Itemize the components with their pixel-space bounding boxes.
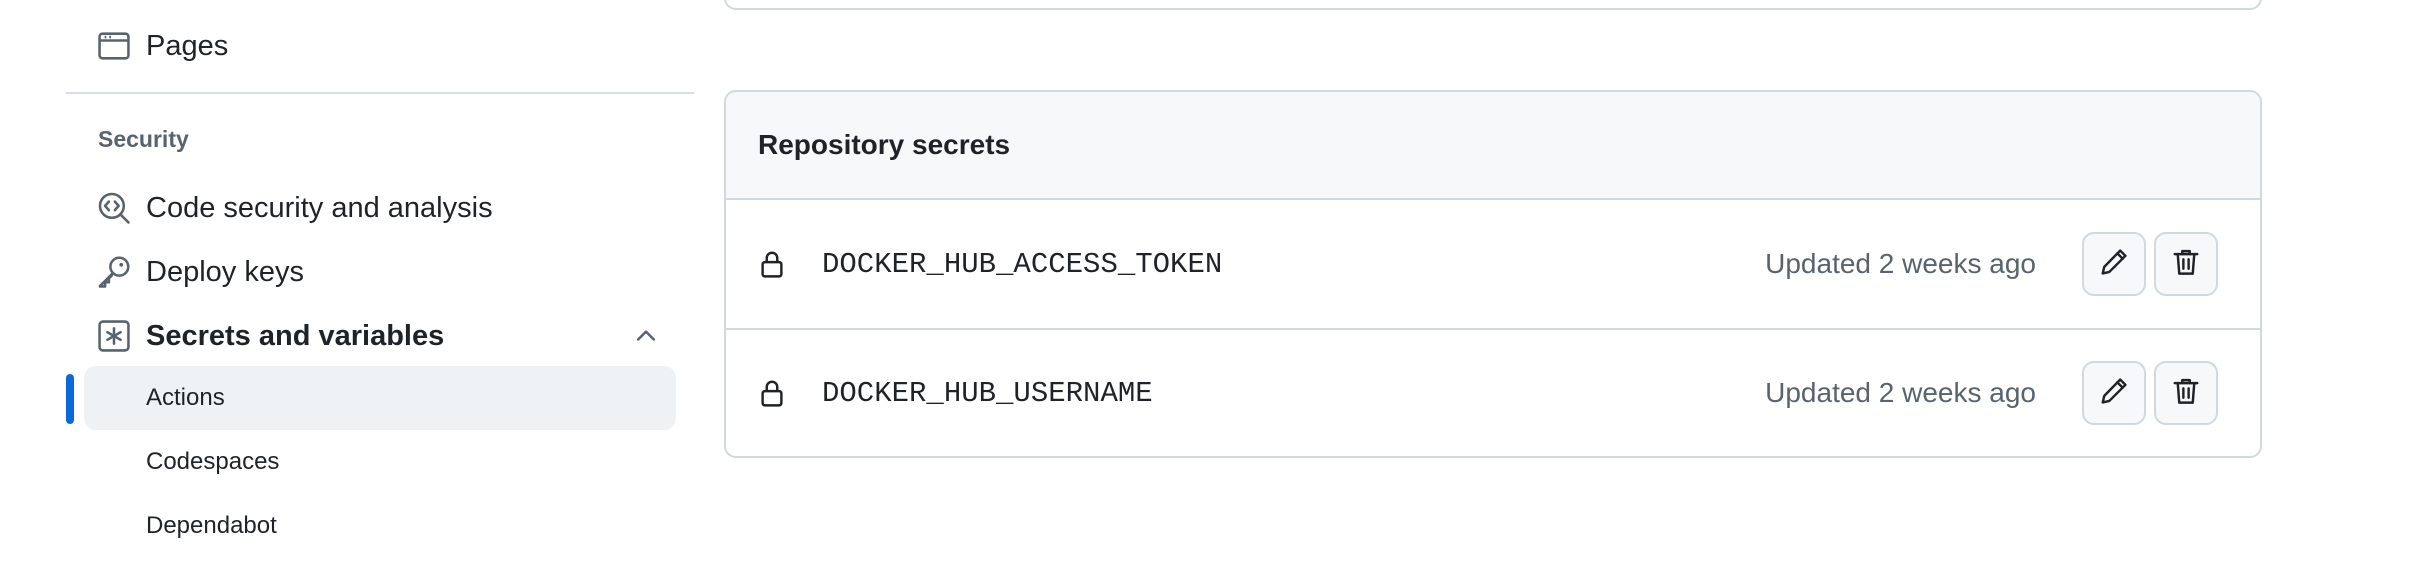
sidebar-item-pages[interactable]: Pages — [96, 18, 228, 74]
sidebar-divider — [66, 92, 694, 94]
edit-secret-button[interactable] — [2082, 232, 2146, 296]
chevron-up-icon[interactable] — [626, 318, 666, 354]
active-indicator — [66, 374, 74, 424]
repository-secrets-header: Repository secrets — [726, 92, 2260, 200]
trash-icon — [2171, 247, 2201, 282]
sidebar-subitem-label: Codespaces — [146, 448, 280, 475]
lock-icon — [756, 248, 788, 280]
sidebar-item-label: Secrets and variables — [146, 319, 445, 352]
previous-section-box — [724, 0, 2262, 10]
key-icon — [96, 254, 132, 290]
lock-icon — [756, 377, 788, 409]
sidebar-subitem-label: Actions — [146, 384, 225, 411]
secret-row: DOCKER_HUB_USERNAME Updated 2 weeks ago — [726, 328, 2260, 456]
browser-icon — [96, 28, 132, 64]
sidebar-item-deploy-keys[interactable]: Deploy keys — [96, 244, 304, 300]
secret-name: DOCKER_HUB_ACCESS_TOKEN — [822, 247, 1223, 281]
secret-updated-time: Updated 2 weeks ago — [1765, 248, 2036, 279]
sidebar-subitem-label: Dependabot — [146, 512, 277, 539]
asterisk-icon — [96, 318, 132, 354]
sidebar-subitem-codespaces[interactable]: Codespaces — [84, 430, 676, 494]
secret-updated-time: Updated 2 weeks ago — [1765, 377, 2036, 408]
sidebar-item-label: Pages — [146, 29, 229, 62]
delete-secret-button[interactable] — [2154, 361, 2218, 425]
repository-secrets-box: Repository secrets DOCKER_HUB_ACCESS_TOK… — [724, 90, 2262, 458]
sidebar-subitem-dependabot[interactable]: Dependabot — [84, 494, 676, 558]
edit-secret-button[interactable] — [2082, 361, 2146, 425]
codescan-icon — [96, 190, 132, 226]
sidebar-subitem-actions[interactable]: Actions — [84, 366, 676, 430]
sidebar-item-secrets-and-variables[interactable]: Secrets and variables — [96, 308, 444, 364]
secret-row: DOCKER_HUB_ACCESS_TOKEN Updated 2 weeks … — [726, 200, 2260, 328]
pencil-icon — [2099, 376, 2129, 411]
settings-sidebar: Pages Security Code security and analysi… — [0, 0, 700, 566]
delete-secret-button[interactable] — [2154, 232, 2218, 296]
pencil-icon — [2099, 247, 2129, 282]
sidebar-item-label: Code security and analysis — [146, 191, 493, 224]
secret-name: DOCKER_HUB_USERNAME — [822, 376, 1153, 410]
sidebar-item-code-security[interactable]: Code security and analysis — [96, 180, 493, 236]
trash-icon — [2171, 376, 2201, 411]
sidebar-item-label: Deploy keys — [146, 255, 304, 288]
section-heading-security: Security — [98, 126, 189, 152]
